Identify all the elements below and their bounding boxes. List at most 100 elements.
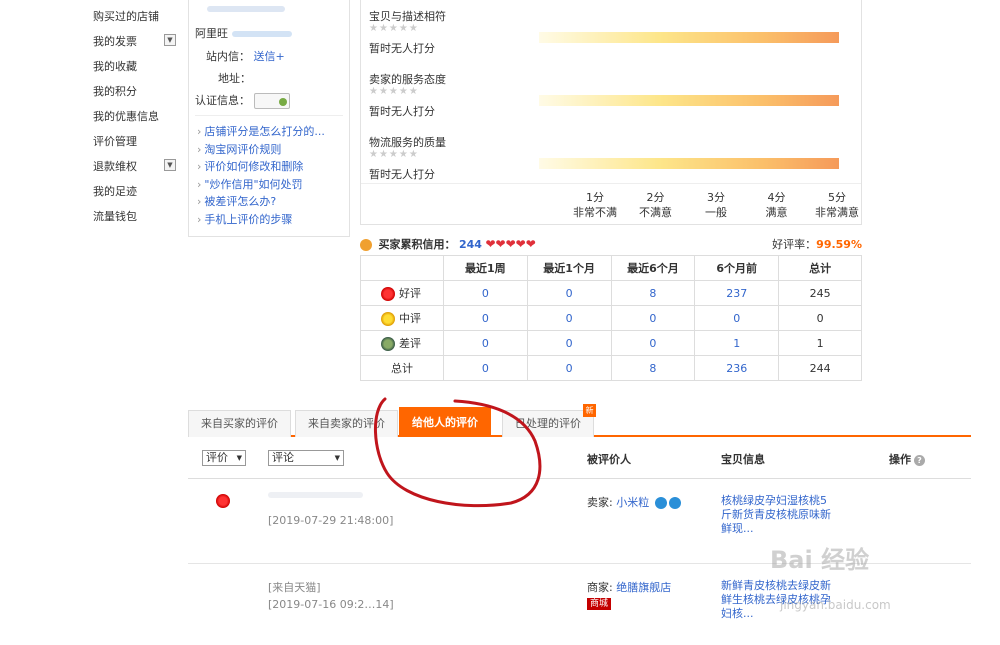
stats-cell[interactable]: 0	[442, 280, 528, 306]
stats-cell[interactable]: 8	[610, 280, 696, 306]
stats-row-label: 总计	[360, 355, 444, 381]
stats-cell[interactable]: 0	[442, 305, 528, 331]
stats-cell[interactable]: 0	[610, 305, 696, 331]
red-annotation-circle	[374, 397, 542, 508]
stats-cell[interactable]: 0	[610, 330, 696, 356]
col-rater: 被评价人	[587, 453, 631, 466]
scale-score: 1分	[586, 191, 604, 204]
good-rating-icon	[381, 287, 395, 301]
watermark-logo: Bai 经验	[770, 546, 870, 574]
new-badge: 新	[583, 404, 596, 417]
stats-cell[interactable]: 0	[526, 355, 612, 381]
good-rating-icon	[216, 494, 230, 508]
stats-cell[interactable]: 0	[694, 305, 780, 331]
stats-cell[interactable]: 0	[442, 355, 528, 381]
stats-cell[interactable]: 0	[526, 330, 612, 356]
nav-item[interactable]: 我的发票	[93, 33, 137, 49]
rating-scale-step: 3分 一般	[686, 190, 746, 220]
stats-header-row: 最近1周 最近1个月 最近6个月 6个月前 总计	[360, 255, 862, 281]
product-link[interactable]: 核桃绿皮孕妇湿核桃5斤新货青皮核桃原味新鲜现...	[721, 494, 836, 536]
stats-row: 差评 0 0 0 1 1	[360, 330, 862, 356]
rater-name-link[interactable]: 小米粒	[616, 496, 649, 509]
stats-cell: 0	[778, 305, 862, 331]
help-link[interactable]: 评价如何修改和删除	[197, 158, 303, 174]
shop-rating-panel: 宝贝与描述相符 ★★★★★ 暂时无人打分 卖家的服务态度 ★★★★★ 暂时无人打分 物流服务…	[360, 0, 862, 225]
stats-header-cell: 最近1个月	[526, 255, 612, 281]
nav-item[interactable]: 退款维权	[93, 158, 137, 174]
rating-status: 暂时无人打分	[369, 105, 435, 118]
help-icon[interactable]: ?	[914, 454, 925, 466]
address-label: 地址：	[218, 72, 251, 85]
stats-header-cell: 最近6个月	[610, 255, 696, 281]
rating-bar	[539, 95, 839, 106]
nav-item[interactable]: 评价管理	[93, 133, 137, 149]
help-link[interactable]: 被差评怎么办?	[197, 193, 276, 209]
scale-desc: 满意	[765, 206, 788, 219]
tab-0[interactable]: 来自买家的评价	[188, 410, 291, 437]
wangwang-row: 阿里旺	[195, 25, 292, 41]
rating-stars-icon: ★★★★★	[369, 149, 419, 160]
buyer-icon	[360, 239, 372, 251]
stats-cell[interactable]: 0	[526, 280, 612, 306]
help-link[interactable]: 店铺评分是怎么打分的...	[197, 123, 325, 139]
rating-item-label: 卖家的服务态度	[369, 73, 446, 86]
rating-item-label: 物流服务的质量	[369, 136, 446, 149]
review-date: [2019-07-29 21:48:00]	[268, 514, 394, 527]
stats-cell[interactable]: 0	[526, 305, 612, 331]
nav-item[interactable]: 我的足迹	[93, 183, 137, 199]
credit-label: 买家累积信用：	[378, 238, 456, 251]
credit-hearts-icon: ❤❤❤❤❤	[485, 237, 536, 251]
review-source: [来自天猫]	[268, 581, 321, 594]
send-message-link[interactable]: 送信+	[254, 50, 285, 63]
rater-label: 商家:	[587, 581, 613, 594]
stats-cell: 244	[778, 355, 862, 381]
expand-toggle-icon[interactable]: ▼	[164, 34, 176, 46]
rating-filter-select[interactable]: 评价	[202, 450, 246, 466]
scale-desc: 非常不满	[573, 206, 617, 219]
credit-value[interactable]: 244	[459, 238, 482, 251]
rater-label: 卖家:	[587, 496, 613, 509]
nav-item[interactable]: 我的积分	[93, 83, 137, 99]
stats-cell: 1	[778, 330, 862, 356]
comment-filter-select[interactable]: 评论	[268, 450, 344, 466]
stats-cell[interactable]: 237	[694, 280, 780, 306]
col-action: 操作?	[889, 451, 925, 467]
stats-cell[interactable]: 236	[694, 355, 780, 381]
comment-filter-value: 评论	[272, 451, 294, 464]
review-tabs: 来自买家的评价 来自卖家的评价 给他人的评价 已处理的评价	[188, 407, 971, 437]
rater-name-link[interactable]: 绝膳旗舰店	[616, 581, 671, 594]
stats-row-label-text: 差评	[399, 337, 421, 350]
stats-cell[interactable]: 0	[442, 330, 528, 356]
message-label: 站内信：	[206, 50, 250, 63]
stats-cell[interactable]: 1	[694, 330, 780, 356]
good-rate: 好评率：99.59%	[772, 236, 862, 252]
cert-label: 认证信息：	[195, 94, 250, 107]
col-product: 宝贝信息	[721, 453, 765, 466]
review-text-blurred	[268, 492, 363, 498]
rating-bar	[539, 158, 839, 169]
col-action-label: 操作	[889, 453, 911, 466]
stats-cell[interactable]: 8	[610, 355, 696, 381]
stats-row: 中评 0 0 0 0 0	[360, 305, 862, 331]
nav-item[interactable]: 我的优惠信息	[93, 108, 159, 124]
nav-item[interactable]: 购买过的店铺	[93, 8, 159, 24]
mall-badge-wrap: 商城	[587, 596, 612, 610]
scale-score: 5分	[828, 191, 846, 204]
help-link[interactable]: 淘宝网评价规则	[197, 141, 281, 157]
bad-rating-icon	[381, 337, 395, 351]
help-link[interactable]: 手机上评价的步骤	[197, 211, 292, 227]
expand-toggle-icon[interactable]: ▼	[164, 159, 176, 171]
nav-item[interactable]: 我的收藏	[93, 58, 137, 74]
scale-divider	[361, 183, 861, 184]
buyer-credit-row: 买家累积信用： 244 ❤❤❤❤❤ 好评率：99.59%	[360, 236, 862, 252]
message-row: 站内信： 送信+	[206, 48, 285, 64]
vip-icon	[654, 497, 667, 509]
scale-score: 3分	[707, 191, 725, 204]
rating-status: 暂时无人打分	[369, 42, 435, 55]
rating-item-label: 宝贝与描述相符	[369, 10, 446, 23]
help-link[interactable]: "炒作信用"如何处罚	[197, 176, 302, 192]
nav-item[interactable]: 流量钱包	[93, 208, 137, 224]
vip-icon	[668, 497, 681, 509]
rating-scale-step: 2分 不满意	[626, 190, 686, 220]
review-list-header: 评价 评论 被评价人 宝贝信息 操作?	[188, 443, 971, 479]
